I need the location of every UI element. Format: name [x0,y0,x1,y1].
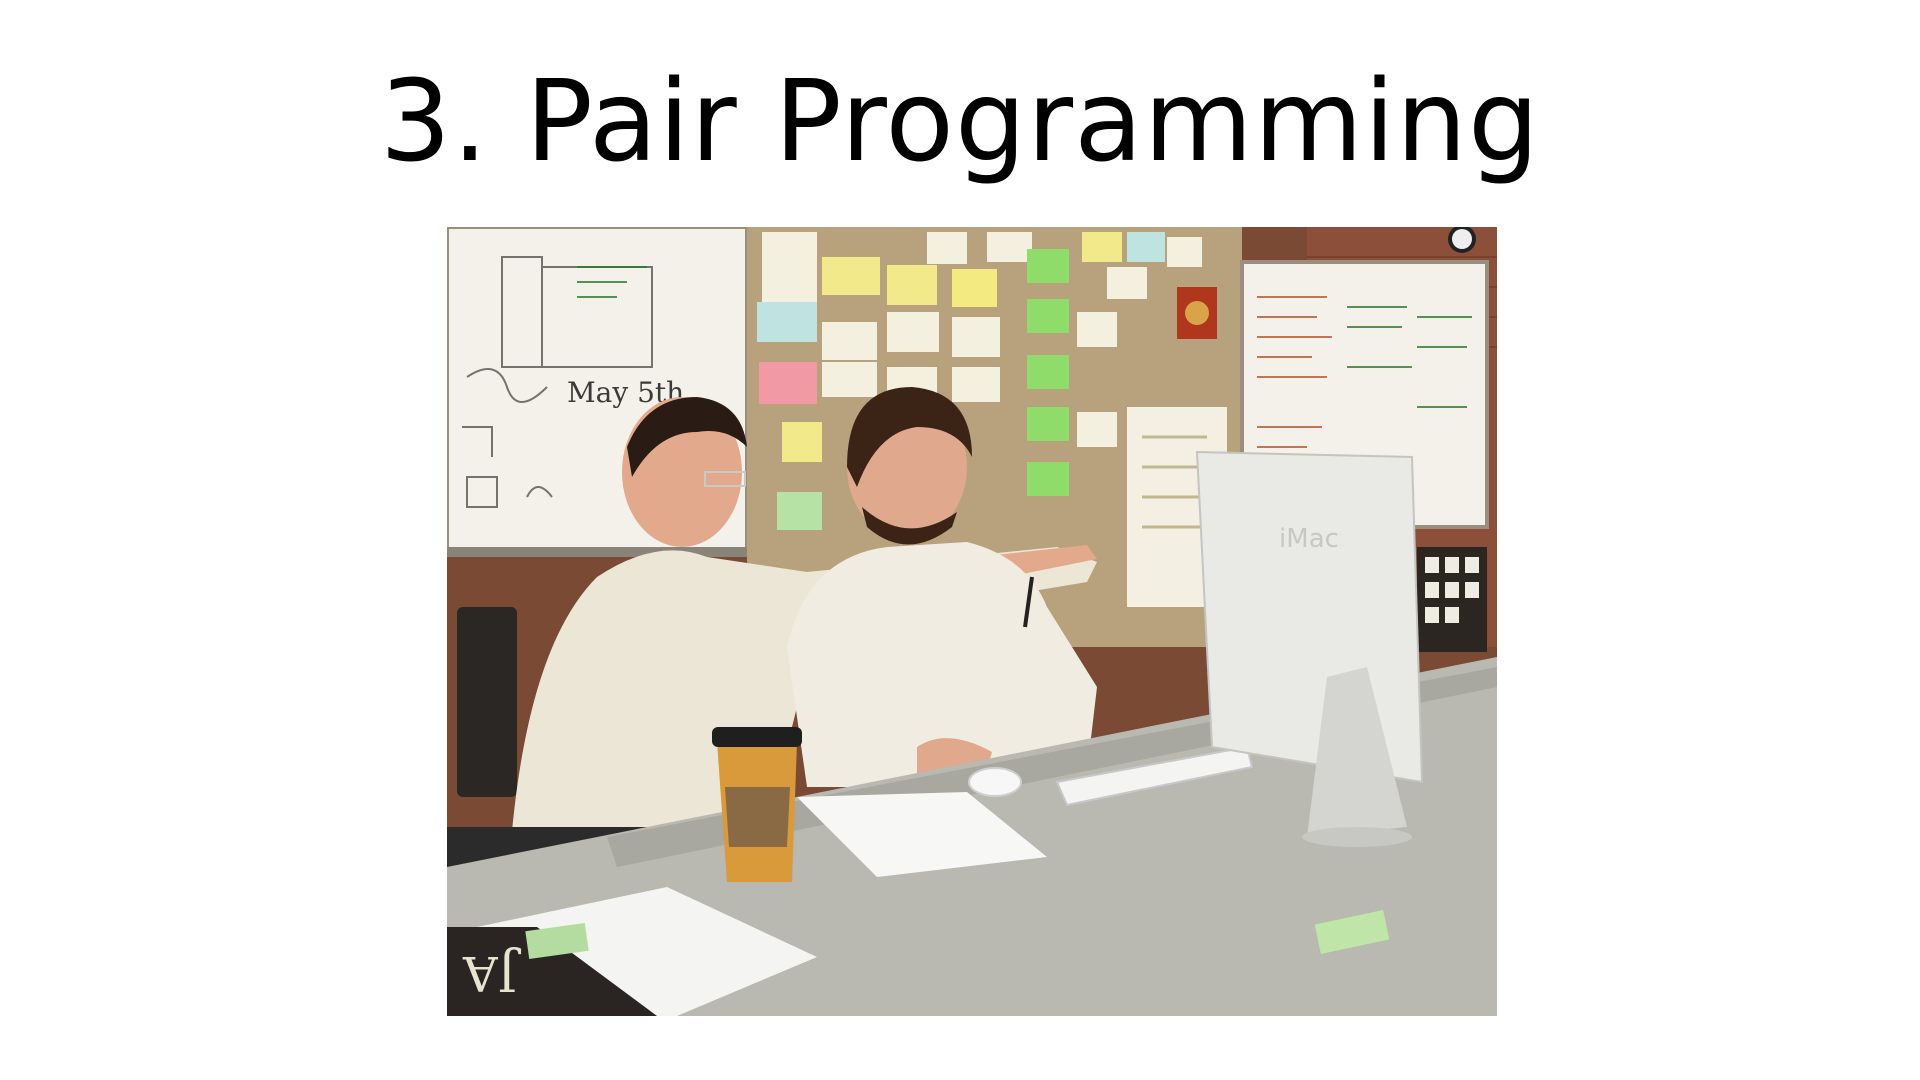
mouse [968,767,1022,797]
slide-title: 3. Pair Programming [379,57,1541,187]
coffee-cup [712,727,802,882]
pair-programming-photo: May 5th iMac JA [447,227,1497,1016]
slide: 3. Pair Programming May 5th iMac JA [0,0,1920,1080]
imac-brand-text: iMac [1279,524,1339,554]
book-text: JA [462,945,522,1001]
office-chair [457,607,517,797]
photo-illustration: May 5th iMac JA [447,227,1497,1016]
